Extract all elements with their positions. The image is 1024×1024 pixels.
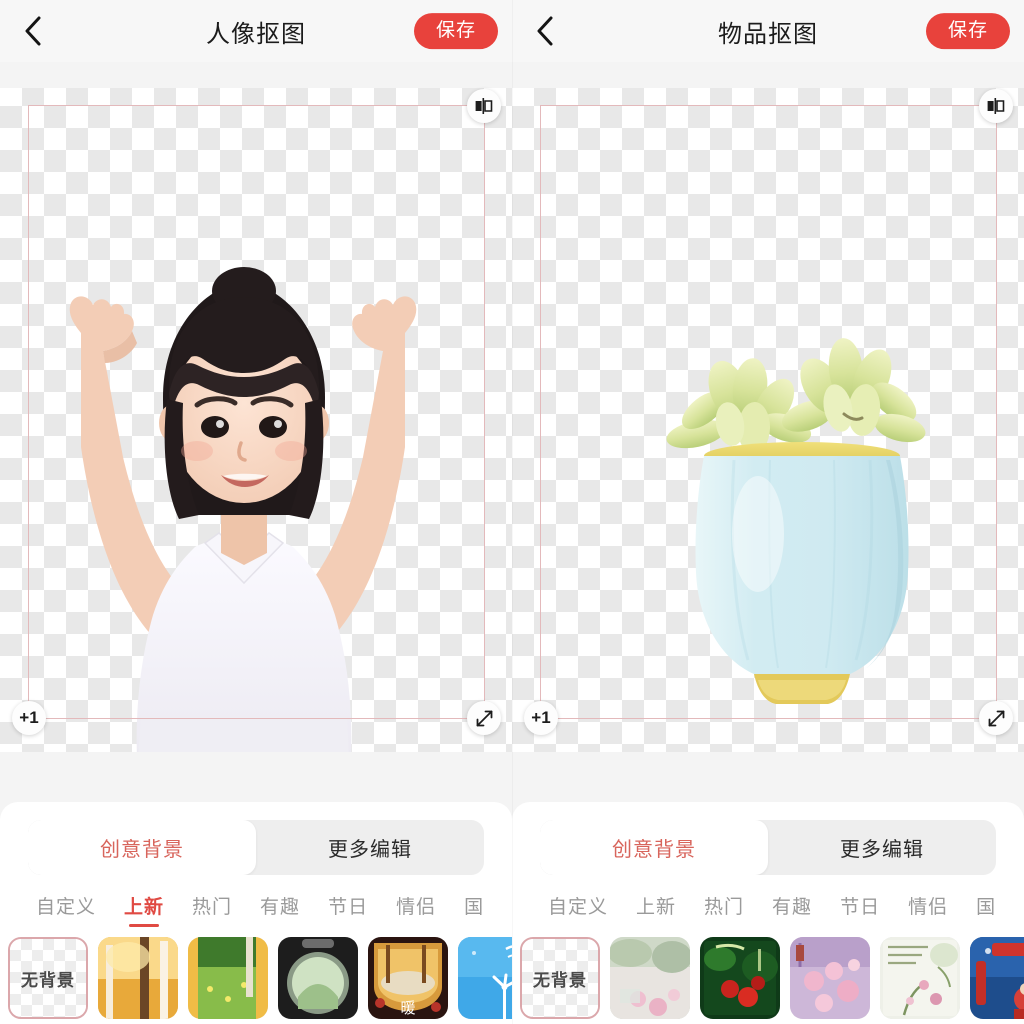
thumbnail-no-background[interactable]: 无背景 [8, 937, 88, 1019]
segment-creative-background[interactable]: 创意背景 [540, 820, 768, 875]
bottom-sheet-right: 创意背景 更多编辑 自定义 上新 热门 有趣 节日 情侣 国 无背景 [512, 802, 1024, 1024]
segment-more-editing[interactable]: 更多编辑 [768, 820, 996, 875]
category-tab-couple[interactable]: 情侣 [894, 892, 962, 927]
save-button[interactable]: 保存 [925, 13, 1010, 49]
canvas-bottom-mask [0, 752, 512, 802]
add-layer-handle[interactable]: +1 [524, 701, 558, 735]
category-tab-festival[interactable]: 节日 [314, 892, 382, 927]
category-tab-hot[interactable]: 热门 [690, 892, 758, 927]
category-tab-couple[interactable]: 情侣 [382, 892, 450, 927]
thumbnail-autumn-birch-forest[interactable] [98, 937, 178, 1019]
editor-canvas-left[interactable]: +1 [0, 62, 512, 802]
category-tab-new[interactable]: 上新 [110, 892, 178, 927]
crop-frame-left[interactable]: +1 [12, 89, 501, 735]
flip-horizontal-handle[interactable] [467, 89, 501, 123]
flip-horizontal-icon [986, 97, 1006, 115]
category-tab-hot[interactable]: 热门 [178, 892, 246, 927]
add-layer-label: +1 [19, 708, 39, 727]
flip-horizontal-icon [474, 97, 494, 115]
bottom-sheet-left: 创意背景 更多编辑 自定义 上新 热门 有趣 节日 情侣 国 无背景 暖 [0, 802, 512, 1024]
crop-frame-right[interactable]: +1 [524, 89, 1013, 735]
no-background-preview: 无背景 [522, 939, 598, 1017]
category-tabs-right: 自定义 上新 热门 有趣 节日 情侣 国 [512, 891, 1024, 927]
category-tab-national[interactable]: 国 [962, 892, 1010, 927]
thumbnail-blue-new-year-poster[interactable] [970, 937, 1024, 1019]
segmented-control-left: 创意背景 更多编辑 [28, 820, 484, 875]
no-background-preview: 无背景 [10, 939, 86, 1017]
resize-handle[interactable] [979, 701, 1013, 735]
page-title: 物品抠图 [718, 20, 818, 48]
add-layer-label: +1 [531, 708, 551, 727]
category-tab-fun[interactable]: 有趣 [246, 892, 314, 927]
page-title: 人像抠图 [206, 20, 306, 48]
thumbnail-misty-pink-blossom[interactable] [610, 937, 690, 1019]
category-tab-national[interactable]: 国 [450, 892, 498, 927]
thumbnail-purple-cherry-blossom[interactable] [790, 937, 870, 1019]
category-tab-festival[interactable]: 节日 [826, 892, 894, 927]
canvas-bottom-mask [512, 752, 1024, 802]
thumbnail-red-roses-dark-green[interactable] [700, 937, 780, 1019]
diagonal-resize-icon [987, 709, 1006, 728]
thumbnail-round-window-garden[interactable] [278, 937, 358, 1019]
header-bar-right: 物品抠图 保存 [512, 0, 1024, 62]
thumbnail-blue-windmill-sky[interactable] [458, 937, 512, 1019]
thumbnail-pale-floral-verse[interactable] [880, 937, 960, 1019]
diagonal-resize-icon [475, 709, 494, 728]
add-layer-handle[interactable]: +1 [12, 701, 46, 735]
flip-horizontal-handle[interactable] [979, 89, 1013, 123]
thumbnail-green-meadow-trees[interactable] [188, 937, 268, 1019]
category-tab-new[interactable]: 上新 [622, 892, 690, 927]
chevron-left-icon [23, 15, 43, 47]
back-button[interactable] [12, 10, 54, 52]
back-button[interactable] [524, 10, 566, 52]
editor-canvas-right[interactable]: +1 [512, 62, 1024, 802]
thumbnail-warm-autumn-path[interactable]: 暖 [368, 937, 448, 1019]
save-button[interactable]: 保存 [413, 13, 498, 49]
no-background-label: 无背景 [21, 970, 75, 990]
header-bar-left: 人像抠图 保存 [0, 0, 512, 62]
segment-more-editing[interactable]: 更多编辑 [256, 820, 484, 875]
no-background-label: 无背景 [533, 970, 587, 990]
category-tab-custom[interactable]: 自定义 [534, 892, 622, 927]
canvas-top-mask [512, 62, 1024, 88]
panel-object-cutout: 物品抠图 保存 +1 创意背景 更多编辑 自定义 上新 热门 有趣 节日 情侣 … [512, 0, 1024, 1024]
svg-text:暖: 暖 [400, 1000, 415, 1017]
panel-portrait-cutout: 人像抠图 保存 +1 创意背景 更多编辑 自定义 上新 热门 有趣 节日 情侣 … [0, 0, 512, 1024]
chevron-left-icon [535, 15, 555, 47]
thumbnail-no-background[interactable]: 无背景 [520, 937, 600, 1019]
resize-handle[interactable] [467, 701, 501, 735]
category-tabs-left: 自定义 上新 热门 有趣 节日 情侣 国 [0, 891, 512, 927]
category-tab-fun[interactable]: 有趣 [758, 892, 826, 927]
canvas-top-mask [0, 62, 512, 88]
app-screen: 人像抠图 保存 +1 创意背景 更多编辑 自定义 上新 热门 有趣 节日 情侣 … [0, 0, 1024, 1024]
background-thumbnail-list-right[interactable]: 无背景 [512, 927, 1024, 1019]
segment-creative-background[interactable]: 创意背景 [28, 820, 256, 875]
segmented-control-right: 创意背景 更多编辑 [540, 820, 996, 875]
background-thumbnail-list-left[interactable]: 无背景 暖 [0, 927, 512, 1019]
category-tab-custom[interactable]: 自定义 [22, 892, 110, 927]
